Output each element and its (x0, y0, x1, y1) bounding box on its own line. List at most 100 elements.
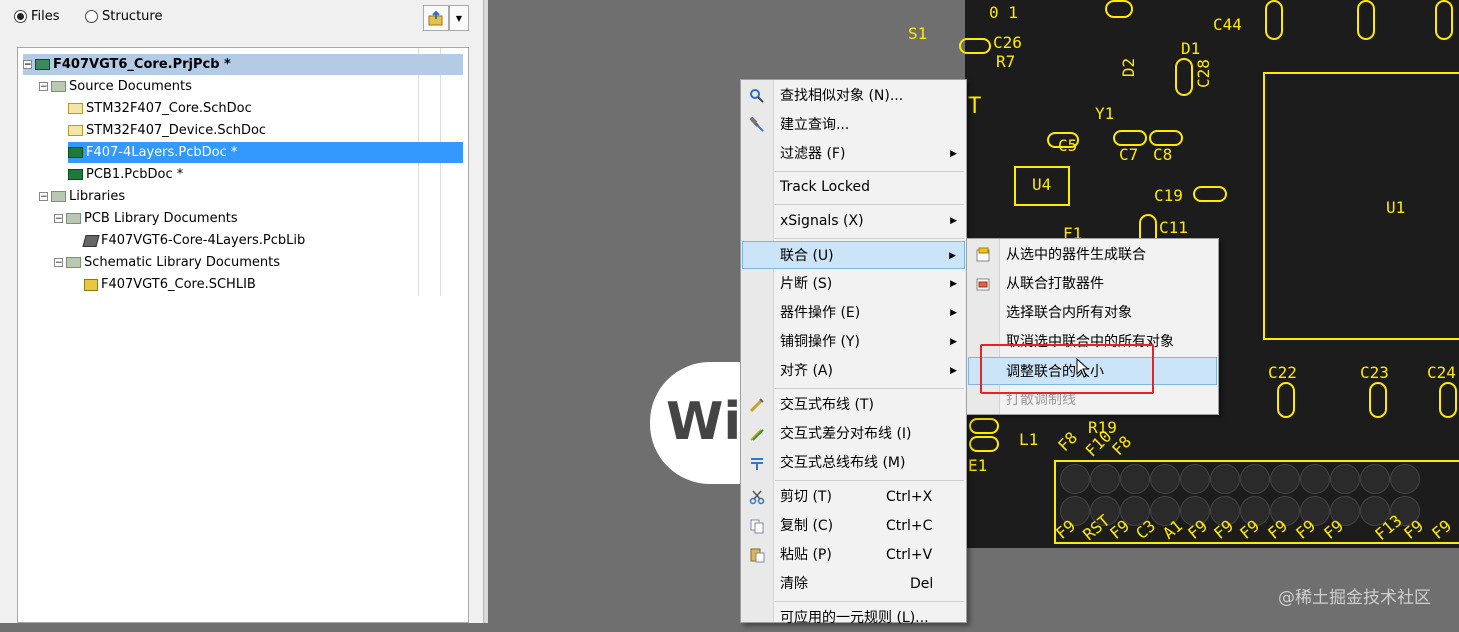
menu-item-label: 建立查询... (780, 117, 850, 133)
collapse-icon[interactable]: − (39, 82, 48, 92)
pcb-library-icon (82, 234, 100, 247)
tree-item-pcblib[interactable]: F407VGT6-Core-4Layers.PcbLib (82, 230, 306, 251)
pcb-label: L1 (1019, 430, 1039, 449)
menu-item-rules[interactable]: 可应用的一元规则 (L)... (742, 604, 965, 632)
menu-item-cut[interactable]: 剪切 (T) Ctrl+X (742, 483, 965, 511)
menu-item-label: 片断 (S) (780, 276, 833, 292)
menu-item-diff-pair-route[interactable]: 交互式差分对布线 (I) (742, 420, 965, 448)
tree-item-label: F407-4Layers.PcbDoc * (86, 145, 238, 160)
panel-splitter[interactable] (483, 0, 488, 623)
menu-item-clear[interactable]: 清除 Del (742, 570, 965, 598)
menu-item-copy[interactable]: 复制 (C) Ctrl+C (742, 512, 965, 540)
open-project-button[interactable] (423, 5, 449, 31)
menu-item-bus-route[interactable]: 交互式总线布线 (M) (742, 449, 965, 477)
pcb-label: C7 (1119, 145, 1139, 164)
pcb-pad (1149, 130, 1183, 146)
menu-item-union[interactable]: 联合 (U) ▶ (742, 241, 965, 269)
menu-item-track-locked[interactable]: Track Locked (742, 173, 965, 201)
pcb-label: C24 (1427, 363, 1456, 382)
tree-item-libraries[interactable]: − Libraries (39, 186, 125, 207)
scissors-icon (749, 490, 765, 505)
tree-item-pcb1[interactable]: F407-4Layers.PcbDoc * (68, 142, 463, 163)
tree-item-sch2[interactable]: STM32F407_Device.SchDoc (68, 120, 266, 141)
project-icon (35, 59, 50, 70)
menu-item-label: Track Locked (780, 179, 871, 195)
pcb-label: E1 (968, 456, 988, 475)
pcb-pad (969, 418, 999, 434)
menu-item-label: 铺铜操作 (Y) (780, 334, 860, 350)
menu-item-build-query[interactable]: 建立查询... (742, 111, 965, 139)
bus-route-icon (751, 458, 763, 470)
tree-item-label: F407VGT6_Core.SCHLIB (101, 277, 256, 292)
radio-unselected-icon (85, 10, 98, 23)
menu-item-align[interactable]: 对齐 (A) ▶ (742, 357, 965, 385)
pcb-footprint-u1 (1263, 72, 1459, 340)
tree-item-source-documents[interactable]: − Source Documents (39, 76, 192, 97)
pcb-label: 0 1 (989, 3, 1018, 22)
tree-item-schematic-library-documents[interactable]: − Schematic Library Documents (54, 252, 280, 273)
tree-item-pcb-library-documents[interactable]: − PCB Library Documents (54, 208, 238, 229)
menu-item-label: 交互式布线 (T) (780, 397, 874, 413)
submenu-arrow-icon: ▶ (949, 251, 956, 261)
files-radio[interactable]: Files (14, 9, 60, 24)
schematic-doc-icon (68, 125, 83, 136)
menu-item-label: 过滤器 (F) (780, 146, 846, 162)
pcb-label: C23 (1360, 363, 1389, 382)
pcb-pad (1193, 186, 1227, 202)
tree-item-label: F407VGT6-Core-4Layers.PcbLib (101, 233, 306, 248)
collapse-icon[interactable]: − (54, 214, 63, 224)
menu-item-label: 器件操作 (E) (780, 305, 861, 321)
menu-item-shortcut: Ctrl+X (886, 489, 933, 505)
menu-item-shortcut: Del (910, 576, 934, 592)
menu-item-fragments[interactable]: 片断 (S) ▶ (742, 270, 965, 298)
tree-item-sch1[interactable]: STM32F407_Core.SchDoc (68, 98, 252, 119)
route-icon (749, 398, 764, 413)
pcb-pad (1369, 382, 1387, 418)
collapse-icon[interactable]: − (39, 192, 48, 202)
tree-item-label: F407VGT6_Core.PrjPcb * (53, 57, 231, 72)
menu-item-xsignals[interactable]: xSignals (X) ▶ (742, 207, 965, 235)
copy-icon (750, 519, 764, 534)
pcb-label: D1 (1181, 39, 1201, 58)
pcb-label: D2 (1119, 57, 1139, 78)
tree-item-project[interactable]: − F407VGT6_Core.PrjPcb * (23, 54, 463, 75)
magnifier-icon (750, 89, 764, 103)
menu-item-label: 复制 (C) (780, 518, 834, 534)
folder-icon (51, 191, 66, 202)
submenu-item-break-union[interactable]: 从联合打散器件 (968, 270, 1217, 298)
pcb-label: C19 (1154, 186, 1183, 205)
menu-item-find-similar[interactable]: 查找相似对象 (N)... (742, 82, 965, 110)
structure-radio-label: Structure (102, 9, 163, 24)
create-union-icon (976, 247, 990, 262)
menu-item-label: 粘贴 (P) (780, 547, 832, 563)
menu-item-component-ops[interactable]: 器件操作 (E) ▶ (742, 299, 965, 327)
pcb-pad (1265, 0, 1283, 40)
tree-item-schlib[interactable]: F407VGT6_Core.SCHLIB (84, 274, 256, 295)
open-project-dropdown[interactable]: ▼ (449, 5, 469, 31)
menu-item-filter[interactable]: 过滤器 (F) ▶ (742, 140, 965, 168)
collapse-icon[interactable]: − (54, 258, 63, 268)
pcb-label: C5 (1058, 136, 1078, 155)
menu-item-shortcut: Ctrl+V (886, 547, 933, 563)
project-tree: − F407VGT6_Core.PrjPcb * − Source Docume… (17, 47, 469, 623)
menu-item-label: 剪切 (T) (780, 489, 832, 505)
tree-item-label: Source Documents (69, 79, 192, 94)
pcb-label: U4 (1032, 175, 1052, 194)
tree-item-label: STM32F407_Core.SchDoc (86, 101, 252, 116)
tree-item-pcb2[interactable]: PCB1.PcbDoc * (68, 164, 183, 185)
submenu-item-create-union[interactable]: 从选中的器件生成联合 (968, 241, 1217, 269)
collapse-icon[interactable]: − (23, 60, 32, 70)
menu-item-interactive-route[interactable]: 交互式布线 (T) (742, 391, 965, 419)
submenu-arrow-icon: ▶ (950, 279, 957, 289)
submenu-arrow-icon: ▶ (950, 366, 957, 376)
structure-radio[interactable]: Structure (85, 9, 162, 24)
menu-item-paste[interactable]: 粘贴 (P) Ctrl+V (742, 541, 965, 569)
menu-item-copper-ops[interactable]: 铺铜操作 (Y) ▶ (742, 328, 965, 356)
menu-item-label: 从联合打散器件 (1006, 276, 1104, 292)
submenu-item-select-all-in-union[interactable]: 选择联合内所有对象 (968, 299, 1217, 327)
pcb-label: C8 (1153, 145, 1173, 164)
pcb-pad (1435, 0, 1453, 40)
submenu-arrow-icon: ▶ (950, 216, 957, 226)
watermark-corner-text: @稀土掘金技术社区 (1278, 588, 1431, 608)
submenu-arrow-icon: ▶ (950, 308, 957, 318)
